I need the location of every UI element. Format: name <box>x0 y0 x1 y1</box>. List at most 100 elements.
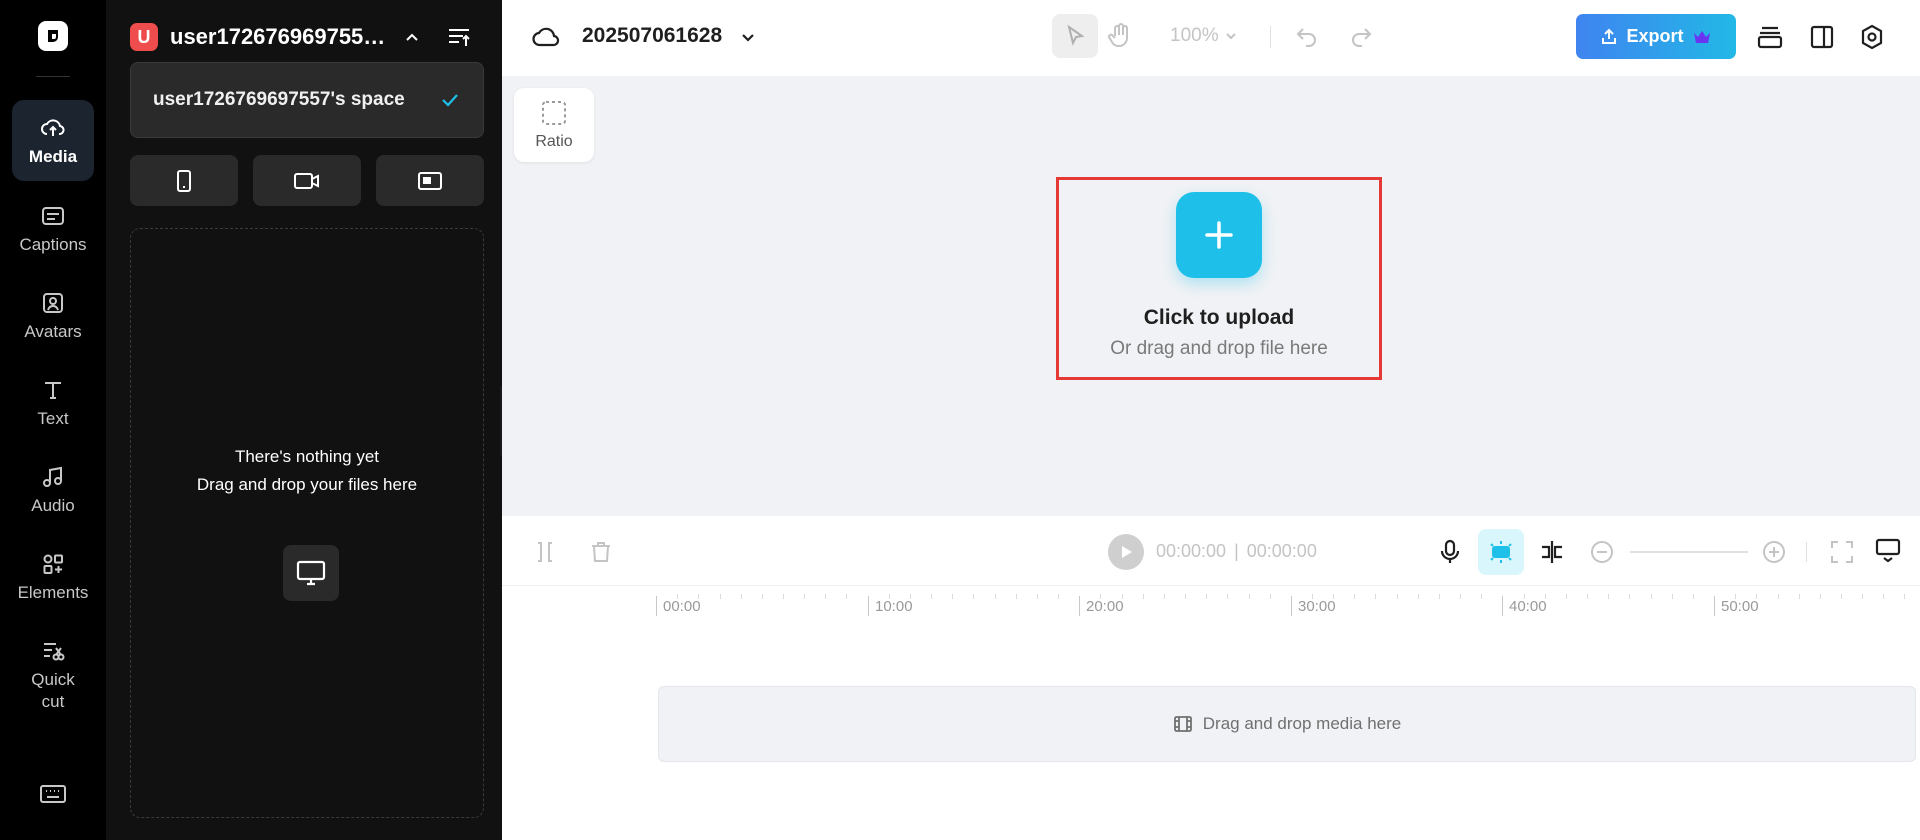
film-strip-icon <box>1173 715 1193 733</box>
microphone-icon[interactable] <box>1436 538 1464 566</box>
magnet-snap-icon <box>1487 538 1515 566</box>
rail-item-avatars[interactable]: Avatars <box>12 275 94 343</box>
quick-cut-icon <box>39 637 67 665</box>
ruler-minor-tick <box>1798 594 1800 599</box>
zoom-out-icon[interactable] <box>1588 538 1616 566</box>
zoom-dropdown[interactable]: 100% <box>1170 25 1239 47</box>
ruler-minor-tick <box>1438 594 1440 599</box>
ruler-major-tick <box>868 596 869 616</box>
total-time: 00:00:00 <box>1246 541 1317 561</box>
split-align-icon[interactable] <box>1538 538 1566 566</box>
upload-from-computer-button[interactable] <box>283 545 339 601</box>
ruler-minor-tick <box>1396 594 1398 599</box>
avatar-icon <box>39 289 67 317</box>
phone-icon <box>174 169 194 193</box>
captions-icon <box>39 202 67 230</box>
rail-label: Audio <box>31 496 75 515</box>
left-rail: Media Captions Avatars Text Audio Elemen… <box>0 0 106 840</box>
preview-canvas: Ratio Click to upload Or drag and drop f… <box>502 76 1920 516</box>
device-source-row <box>130 155 484 206</box>
ruler-minor-tick <box>1142 594 1144 599</box>
export-button[interactable]: Export <box>1576 14 1736 59</box>
track-placeholder: Drag and drop media here <box>1202 714 1402 733</box>
auto-snap-button[interactable] <box>1478 529 1524 575</box>
ruler-minor-tick <box>698 594 700 599</box>
project-name[interactable]: 202507061628 <box>582 24 722 48</box>
split-icon[interactable] <box>532 539 558 565</box>
upload-plus-button[interactable] <box>1176 192 1262 278</box>
ruler-minor-tick <box>1756 594 1758 599</box>
screen-record-button[interactable] <box>376 155 484 206</box>
play-icon <box>1118 544 1134 560</box>
ruler-minor-tick <box>740 594 742 599</box>
screen-record-icon <box>417 170 443 192</box>
trash-icon[interactable] <box>588 539 614 565</box>
keyboard-icon[interactable] <box>38 782 68 808</box>
chevron-down-icon[interactable] <box>738 27 758 47</box>
ruler-minor-tick <box>1163 594 1165 599</box>
rail-item-elements[interactable]: Elements <box>12 536 94 604</box>
current-time: 00:00:00 <box>1156 541 1227 561</box>
rail-label: Text <box>37 409 69 428</box>
select-tool-button[interactable] <box>1052 14 1098 58</box>
layers-icon[interactable] <box>1756 23 1784 51</box>
rail-label: Quick cut <box>31 670 75 711</box>
undo-icon[interactable] <box>1294 24 1320 50</box>
rail-divider <box>36 76 70 77</box>
ruler-minor-tick <box>783 594 784 599</box>
rail-label: Avatars <box>24 322 82 341</box>
rail-item-quick-cut[interactable]: Quick cut <box>12 623 94 713</box>
cloud-icon[interactable] <box>532 24 560 50</box>
empty-state-hint: Drag and drop your files here <box>196 475 418 494</box>
workspace-dropdown-item[interactable]: user1726769697557's space <box>130 62 484 138</box>
cloud-upload-icon <box>39 114 67 142</box>
rail-item-audio[interactable]: Audio <box>12 449 94 517</box>
elements-icon <box>39 550 67 578</box>
app-logo-icon[interactable] <box>38 21 68 51</box>
zoom-in-icon[interactable] <box>1760 538 1788 566</box>
redo-icon[interactable] <box>1348 24 1374 50</box>
record-video-button[interactable] <box>253 155 361 206</box>
fit-timeline-icon[interactable] <box>1828 538 1856 566</box>
ruler-minor-tick <box>761 594 763 599</box>
upload-area[interactable]: Click to upload Or drag and drop file he… <box>1056 177 1382 380</box>
ruler-minor-tick <box>994 594 996 599</box>
timeline-ruler[interactable]: 00:00 10:00 20:00 30:00 40:00 50:00 <box>502 586 1920 620</box>
ruler-minor-tick <box>1248 594 1250 599</box>
ruler-minor-tick <box>1206 594 1208 599</box>
ruler-minor-tick <box>1692 594 1694 599</box>
workspace-dropdown-name: user1726769697557's space <box>153 89 405 110</box>
ruler-major-tick <box>1291 596 1292 616</box>
ratio-button[interactable]: Ratio <box>514 88 594 162</box>
ruler-minor-tick <box>1862 594 1864 599</box>
rail-item-captions[interactable]: Captions <box>12 188 94 256</box>
ratio-label: Ratio <box>535 133 573 150</box>
phone-upload-button[interactable] <box>130 155 238 206</box>
preview-monitor-icon[interactable] <box>1874 536 1902 564</box>
ruler-major-tick <box>656 596 657 616</box>
play-button[interactable] <box>1108 534 1144 570</box>
hand-icon[interactable] <box>1106 22 1134 50</box>
timeline-zoom-slider[interactable] <box>1630 551 1748 553</box>
ruler-minor-tick <box>1565 594 1567 599</box>
ruler-label: 50:00 <box>1721 598 1759 615</box>
ruler-minor-tick <box>719 594 721 599</box>
ruler-minor-tick <box>931 594 933 599</box>
ruler-minor-tick <box>1100 594 1102 599</box>
layout-panel-icon[interactable] <box>1808 23 1836 51</box>
ruler-minor-tick <box>1819 594 1821 599</box>
workspace-header[interactable]: U user1726769697557's space <box>130 22 490 52</box>
chevron-up-icon[interactable] <box>402 27 422 47</box>
ruler-minor-tick <box>804 594 806 599</box>
media-track-drop-zone[interactable]: Drag and drop media here <box>658 686 1916 762</box>
check-icon <box>439 89 461 111</box>
media-drop-zone[interactable]: There's nothing yet Drag and drop your f… <box>130 228 484 818</box>
rail-item-media[interactable]: Media <box>12 100 94 181</box>
workspace-avatar: U <box>130 23 158 51</box>
ruler-minor-tick <box>909 594 911 599</box>
settings-icon[interactable] <box>1858 23 1886 51</box>
workspace-name: user1726769697557's space <box>170 24 388 49</box>
sort-icon[interactable] <box>446 24 472 50</box>
ruler-minor-tick <box>1671 594 1673 599</box>
rail-item-text[interactable]: Text <box>12 362 94 430</box>
